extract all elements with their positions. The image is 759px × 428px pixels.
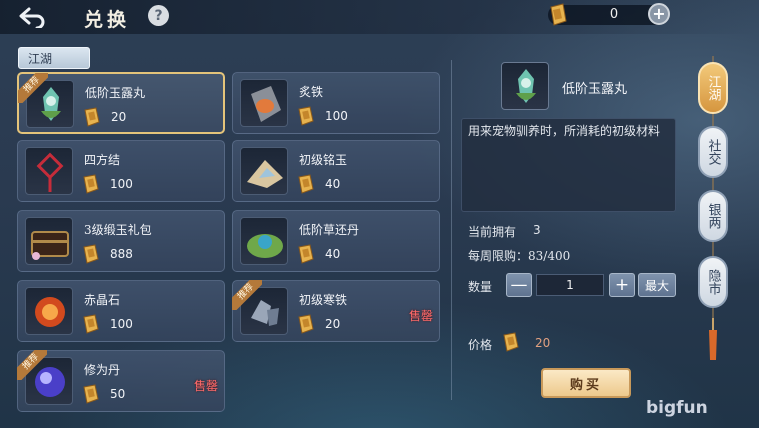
- token-coin-icon: [298, 174, 314, 194]
- sold-out-label: 售罄: [408, 309, 433, 323]
- side-tab-label: 社交: [705, 139, 721, 165]
- item-name: 四方结: [84, 153, 121, 167]
- item-name: 3级缎玉礼包: [84, 223, 152, 237]
- recommend-badge: 推荐: [18, 73, 48, 103]
- side-tab-jianghu[interactable]: 江湖: [698, 62, 728, 114]
- item-name: 修为丹: [84, 363, 121, 377]
- token-coin-icon: [83, 174, 99, 194]
- herb-pill-icon: [240, 217, 288, 265]
- watermark: bigfun: [646, 398, 708, 418]
- item-card[interactable]: 低阶草还丹 40: [232, 210, 440, 272]
- item-price: 40: [325, 247, 341, 261]
- price-label: 价格: [468, 338, 493, 352]
- item-name: 炙铁: [299, 85, 324, 99]
- item-card[interactable]: 推荐 低阶玉露丸 20: [17, 72, 225, 134]
- item-name: 低阶玉露丸: [85, 86, 146, 100]
- item-description: 用来宠物驯养时，所消耗的初级材料: [468, 124, 661, 138]
- item-card[interactable]: 四方结 100: [17, 140, 225, 202]
- item-price: 100: [110, 177, 133, 191]
- item-name: 低阶草还丹: [299, 223, 360, 237]
- item-card[interactable]: 赤晶石 100: [17, 280, 225, 342]
- back-arrow-icon: [19, 7, 45, 28]
- item-price: 50: [110, 387, 126, 401]
- jade-pill-icon: [501, 62, 549, 110]
- token-coin-icon: [84, 107, 100, 127]
- token-coin-icon: [298, 106, 314, 126]
- category-tab-jianghu[interactable]: 江湖: [18, 47, 90, 69]
- item-card[interactable]: 推荐 修为丹 50 售罄: [17, 350, 225, 412]
- help-button[interactable]: ?: [148, 5, 169, 26]
- quantity-label: 数量: [468, 280, 493, 294]
- owned-label: 当前拥有: [468, 225, 517, 239]
- weekly-limit: 每周限购：83/400: [468, 249, 571, 263]
- item-name: 初级铭玉: [299, 153, 348, 167]
- token-coin-icon: [83, 314, 99, 334]
- quantity-input[interactable]: [536, 274, 604, 296]
- item-price: 20: [111, 110, 127, 124]
- token-coin-icon: [503, 332, 519, 352]
- currency-amount: 0: [609, 7, 619, 22]
- side-tab-label: 隐市: [705, 269, 721, 295]
- recommend-badge: 推荐: [232, 280, 262, 310]
- item-price: 100: [110, 317, 133, 331]
- side-tab-label: 银两: [705, 203, 721, 229]
- side-tab-hidden-market[interactable]: 隐市: [698, 256, 728, 308]
- red-crystal-icon: [25, 287, 73, 335]
- recommend-badge: 推荐: [17, 350, 47, 380]
- side-tab-social[interactable]: 社交: [698, 126, 728, 178]
- gift-chest-icon: [25, 217, 73, 265]
- tassel-icon: [709, 318, 717, 360]
- back-button[interactable]: [14, 4, 50, 30]
- detail-item-name: 低阶玉露丸: [562, 82, 628, 97]
- page-title: 兑换: [84, 9, 131, 31]
- side-tab-label: 江湖: [705, 75, 721, 101]
- knot-icon: [25, 147, 73, 195]
- token-coin-icon: [298, 314, 314, 334]
- item-price: 888: [110, 247, 133, 261]
- item-card[interactable]: 炙铁 100: [232, 72, 440, 134]
- buy-button[interactable]: 购买: [541, 368, 631, 398]
- max-quantity-button[interactable]: 最大: [638, 273, 676, 297]
- item-price: 20: [325, 317, 341, 331]
- token-coin-icon: [298, 244, 314, 264]
- item-price: 40: [325, 177, 341, 191]
- jade-powder-icon: [240, 147, 288, 195]
- item-card[interactable]: 初级铭玉 40: [232, 140, 440, 202]
- add-currency-button[interactable]: +: [648, 3, 670, 25]
- item-card[interactable]: 推荐 初级寒铁 20 售罄: [232, 280, 440, 342]
- decrease-quantity-button[interactable]: —: [506, 273, 532, 297]
- sold-out-label: 售罄: [193, 379, 218, 393]
- item-name: 赤晶石: [84, 293, 121, 307]
- price-value: 20: [535, 336, 551, 350]
- owned-value: 3: [533, 223, 541, 237]
- scorched-iron-icon: [240, 79, 288, 127]
- panel-divider: [451, 60, 452, 400]
- token-coin-icon: [83, 244, 99, 264]
- increase-quantity-button[interactable]: +: [609, 273, 635, 297]
- token-coin-icon: [83, 384, 99, 404]
- side-tab-silver[interactable]: 银两: [698, 190, 728, 242]
- item-price: 100: [325, 109, 348, 123]
- item-name: 初级寒铁: [299, 293, 348, 307]
- item-card[interactable]: 3级缎玉礼包 888: [17, 210, 225, 272]
- token-coin-icon: [550, 3, 567, 26]
